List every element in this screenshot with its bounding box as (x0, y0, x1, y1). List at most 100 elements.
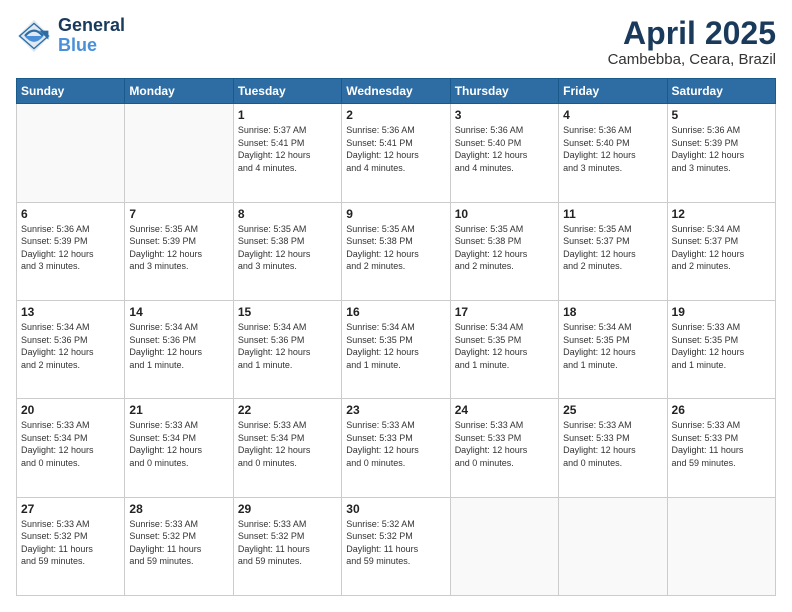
day-number: 30 (346, 502, 445, 516)
calendar-cell: 5 Sunrise: 5:36 AM Sunset: 5:39 PM Daylig… (667, 104, 775, 202)
day-number: 19 (672, 305, 771, 319)
day-number: 27 (21, 502, 120, 516)
calendar-cell: 17Sunrise: 5:34 AM Sunset: 5:35 PM Dayli… (450, 300, 558, 398)
day-number: 17 (455, 305, 554, 319)
day-number: 9 (346, 207, 445, 221)
calendar-cell: 18 Sunrise: 5:34 AM Sunset: 5:35 PM Dayli… (559, 300, 667, 398)
logo-icon (16, 18, 52, 54)
calendar-cell: 24 Sunrise: 5:33 AM Sunset: 5:33 PM Dayli… (450, 399, 558, 497)
day-info: Sunrise: 5:37 AM Sunset: 5:41 PM Dayligh… (238, 124, 337, 174)
calendar-cell: 8 Sunrise: 5:35 AM Sunset: 5:38 PM Daylig… (233, 202, 341, 300)
calendar-cell: 30 Sunrise: 5:32 AM Sunset: 5:32 PM Dayli… (342, 497, 450, 595)
calendar-day-header: Wednesday (342, 79, 450, 104)
day-info: Sunrise: 5:36 AM Sunset: 5:39 PM Dayligh… (672, 124, 771, 174)
day-info: Sunrise: 5:34 AM Sunset: 5:37 PM Dayligh… (672, 223, 771, 273)
calendar-cell: 26Sunrise: 5:33 AM Sunset: 5:33 PM Dayli… (667, 399, 775, 497)
day-number: 10 (455, 207, 554, 221)
logo-line1: General (58, 16, 125, 36)
calendar-cell: 14 Sunrise: 5:34 AM Sunset: 5:36 PM Dayli… (125, 300, 233, 398)
day-number: 5 (672, 108, 771, 122)
day-info: Sunrise: 5:33 AM Sunset: 5:32 PM Dayligh… (238, 518, 337, 568)
calendar-cell: 12 Sunrise: 5:34 AM Sunset: 5:37 PM Dayli… (667, 202, 775, 300)
day-number: 14 (129, 305, 228, 319)
main-title: April 2025 (608, 16, 776, 51)
day-number: 29 (238, 502, 337, 516)
logo-text: General Blue (58, 16, 125, 56)
calendar-week-row: 1 Sunrise: 5:37 AM Sunset: 5:41 PM Daylig… (17, 104, 776, 202)
day-info: Sunrise: 5:36 AM Sunset: 5:40 PM Dayligh… (563, 124, 662, 174)
calendar-cell: 22 Sunrise: 5:33 AM Sunset: 5:34 PM Dayli… (233, 399, 341, 497)
day-info: Sunrise: 5:36 AM Sunset: 5:41 PM Dayligh… (346, 124, 445, 174)
day-number: 7 (129, 207, 228, 221)
day-info: Sunrise: 5:34 AM Sunset: 5:36 PM Dayligh… (238, 321, 337, 371)
day-number: 16 (346, 305, 445, 319)
calendar-cell (450, 497, 558, 595)
calendar-day-header: Friday (559, 79, 667, 104)
day-info: Sunrise: 5:35 AM Sunset: 5:38 PM Dayligh… (455, 223, 554, 273)
header: General Blue April 2025 Cambebba, Ceara,… (16, 16, 776, 68)
calendar-cell (125, 104, 233, 202)
day-number: 2 (346, 108, 445, 122)
calendar-cell: 23Sunrise: 5:33 AM Sunset: 5:33 PM Dayli… (342, 399, 450, 497)
page: General Blue April 2025 Cambebba, Ceara,… (0, 0, 792, 612)
day-info: Sunrise: 5:34 AM Sunset: 5:36 PM Dayligh… (21, 321, 120, 371)
calendar-week-row: 6Sunrise: 5:36 AM Sunset: 5:39 PM Daylig… (17, 202, 776, 300)
day-info: Sunrise: 5:35 AM Sunset: 5:37 PM Dayligh… (563, 223, 662, 273)
day-number: 25 (563, 403, 662, 417)
day-info: Sunrise: 5:33 AM Sunset: 5:33 PM Dayligh… (563, 419, 662, 469)
day-number: 11 (563, 207, 662, 221)
day-info: Sunrise: 5:34 AM Sunset: 5:36 PM Dayligh… (129, 321, 228, 371)
day-info: Sunrise: 5:33 AM Sunset: 5:32 PM Dayligh… (129, 518, 228, 568)
calendar-cell (559, 497, 667, 595)
day-info: Sunrise: 5:35 AM Sunset: 5:39 PM Dayligh… (129, 223, 228, 273)
calendar-table: SundayMondayTuesdayWednesdayThursdayFrid… (16, 78, 776, 596)
calendar-week-row: 13 Sunrise: 5:34 AM Sunset: 5:36 PM Dayli… (17, 300, 776, 398)
calendar-cell: 15 Sunrise: 5:34 AM Sunset: 5:36 PM Dayli… (233, 300, 341, 398)
calendar-day-header: Sunday (17, 79, 125, 104)
calendar-day-header: Thursday (450, 79, 558, 104)
day-number: 22 (238, 403, 337, 417)
day-number: 24 (455, 403, 554, 417)
calendar-cell: 13 Sunrise: 5:34 AM Sunset: 5:36 PM Dayli… (17, 300, 125, 398)
subtitle: Cambebba, Ceara, Brazil (608, 51, 776, 68)
day-number: 4 (563, 108, 662, 122)
calendar-cell: 16Sunrise: 5:34 AM Sunset: 5:35 PM Dayli… (342, 300, 450, 398)
calendar-week-row: 20 Sunrise: 5:33 AM Sunset: 5:34 PM Dayli… (17, 399, 776, 497)
day-number: 15 (238, 305, 337, 319)
day-info: Sunrise: 5:32 AM Sunset: 5:32 PM Dayligh… (346, 518, 445, 568)
day-number: 8 (238, 207, 337, 221)
day-number: 3 (455, 108, 554, 122)
calendar-cell (667, 497, 775, 595)
day-info: Sunrise: 5:35 AM Sunset: 5:38 PM Dayligh… (238, 223, 337, 273)
calendar-header-row: SundayMondayTuesdayWednesdayThursdayFrid… (17, 79, 776, 104)
day-number: 18 (563, 305, 662, 319)
calendar-week-row: 27 Sunrise: 5:33 AM Sunset: 5:32 PM Dayli… (17, 497, 776, 595)
day-info: Sunrise: 5:33 AM Sunset: 5:34 PM Dayligh… (238, 419, 337, 469)
day-info: Sunrise: 5:33 AM Sunset: 5:33 PM Dayligh… (346, 419, 445, 469)
day-info: Sunrise: 5:33 AM Sunset: 5:33 PM Dayligh… (455, 419, 554, 469)
day-number: 26 (672, 403, 771, 417)
day-number: 28 (129, 502, 228, 516)
day-number: 20 (21, 403, 120, 417)
calendar-cell: 10 Sunrise: 5:35 AM Sunset: 5:38 PM Dayli… (450, 202, 558, 300)
calendar-cell: 4 Sunrise: 5:36 AM Sunset: 5:40 PM Daylig… (559, 104, 667, 202)
day-number: 21 (129, 403, 228, 417)
day-number: 13 (21, 305, 120, 319)
day-info: Sunrise: 5:34 AM Sunset: 5:35 PM Dayligh… (563, 321, 662, 371)
calendar-cell: 28 Sunrise: 5:33 AM Sunset: 5:32 PM Dayli… (125, 497, 233, 595)
calendar-cell: 6Sunrise: 5:36 AM Sunset: 5:39 PM Daylig… (17, 202, 125, 300)
day-info: Sunrise: 5:33 AM Sunset: 5:35 PM Dayligh… (672, 321, 771, 371)
calendar-day-header: Monday (125, 79, 233, 104)
calendar-cell: 11 Sunrise: 5:35 AM Sunset: 5:37 PM Dayli… (559, 202, 667, 300)
logo: General Blue (16, 16, 125, 56)
calendar-cell: 29 Sunrise: 5:33 AM Sunset: 5:32 PM Dayli… (233, 497, 341, 595)
day-info: Sunrise: 5:33 AM Sunset: 5:32 PM Dayligh… (21, 518, 120, 568)
day-number: 1 (238, 108, 337, 122)
calendar-cell: 20 Sunrise: 5:33 AM Sunset: 5:34 PM Dayli… (17, 399, 125, 497)
calendar-cell: 27 Sunrise: 5:33 AM Sunset: 5:32 PM Dayli… (17, 497, 125, 595)
calendar-cell: 19 Sunrise: 5:33 AM Sunset: 5:35 PM Dayli… (667, 300, 775, 398)
calendar-cell: 9Sunrise: 5:35 AM Sunset: 5:38 PM Daylig… (342, 202, 450, 300)
day-number: 12 (672, 207, 771, 221)
day-info: Sunrise: 5:33 AM Sunset: 5:34 PM Dayligh… (21, 419, 120, 469)
logo-line2: Blue (58, 36, 125, 56)
